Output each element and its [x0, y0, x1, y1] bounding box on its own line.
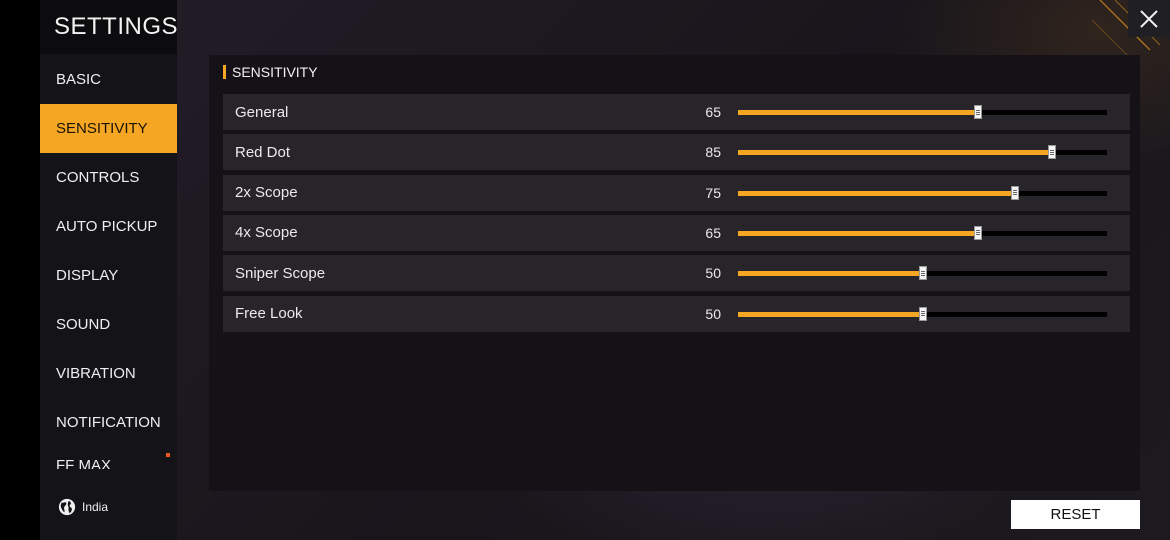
- sensitivity-value: 50: [705, 305, 721, 322]
- sensitivity-slider[interactable]: [738, 145, 1107, 160]
- notification-dot: [166, 453, 170, 457]
- thumb-grip-icon: [1012, 192, 1017, 194]
- menu-item-vibration[interactable]: VIBRATION: [40, 349, 177, 398]
- slider-thumb[interactable]: [918, 306, 927, 321]
- region-selector[interactable]: India: [58, 498, 108, 516]
- close-icon: [1140, 9, 1158, 28]
- menu-item-notification[interactable]: NOTIFICATION: [40, 398, 177, 447]
- sensitivity-row: 2x Scope 75: [223, 174, 1130, 211]
- thumb-grip-icon: [1049, 151, 1054, 153]
- menu-item-sensitivity[interactable]: SENSITIVITY: [40, 104, 177, 153]
- reset-button[interactable]: RESET: [1011, 500, 1140, 529]
- panel-title: SENSITIVITY: [232, 64, 318, 80]
- slider-fill: [738, 271, 923, 277]
- slider-fill: [738, 150, 1052, 156]
- slider-fill: [738, 230, 978, 236]
- slider-thumb[interactable]: [918, 266, 927, 281]
- slider-thumb[interactable]: [1047, 145, 1056, 160]
- thumb-grip-icon: [975, 232, 980, 234]
- slider-thumb[interactable]: [973, 105, 982, 119]
- menu-item-basic[interactable]: BASIC: [40, 55, 177, 104]
- slider-thumb[interactable]: [1010, 185, 1019, 200]
- sensitivity-label: Red Dot: [235, 143, 291, 161]
- slider-fill: [738, 311, 923, 317]
- region-label: India: [82, 500, 109, 514]
- sensitivity-label: 2x Scope: [235, 184, 298, 202]
- thumb-grip-icon: [920, 313, 925, 314]
- sensitivity-value: 75: [705, 184, 721, 201]
- slider-thumb[interactable]: [973, 225, 982, 240]
- slider-fill: [738, 110, 978, 115]
- settings-menu: BASIC SENSITIVITY CONTROLS AUTO PICKUP DISPL…: [40, 55, 177, 469]
- sensitivity-slider[interactable]: [738, 225, 1107, 240]
- panel-header: SENSITIVITY: [223, 64, 318, 80]
- sensitivity-label: General: [235, 103, 289, 121]
- sensitivity-slider[interactable]: [738, 266, 1107, 281]
- header-accent-bar: [223, 65, 226, 79]
- sensitivity-row: Sniper Scope 50: [223, 255, 1130, 292]
- close-button[interactable]: [1128, 0, 1170, 37]
- sensitivity-value: 50: [705, 265, 721, 282]
- sensitivity-row: Free Look 50: [223, 295, 1130, 332]
- sensitivity-row: Red Dot 85: [223, 134, 1130, 171]
- sensitivity-slider[interactable]: [738, 185, 1107, 200]
- menu-item-auto-pickup[interactable]: AUTO PICKUP: [40, 202, 177, 251]
- slider-fill: [738, 190, 1015, 196]
- sensitivity-row: General 65: [223, 94, 1130, 130]
- sensitivity-label: 4x Scope: [235, 224, 298, 242]
- sensitivity-value: 85: [705, 144, 721, 161]
- thumb-grip-icon: [975, 111, 980, 113]
- settings-title: SETTINGS: [40, 0, 178, 54]
- menu-item-display[interactable]: DISPLAY: [40, 251, 177, 300]
- sensitivity-label: Sniper Scope: [235, 264, 326, 282]
- sensitivity-value: 65: [705, 104, 721, 120]
- globe-icon: [58, 498, 76, 516]
- sensitivity-label: Free Look: [235, 305, 303, 322]
- sensitivity-slider[interactable]: [738, 105, 1107, 119]
- left-edge: [0, 0, 40, 540]
- sensitivity-slider[interactable]: [738, 306, 1107, 321]
- menu-item-ff-max[interactable]: FF MAX: [40, 447, 177, 469]
- thumb-grip-icon: [920, 272, 925, 274]
- menu-item-sound[interactable]: SOUND: [40, 300, 177, 349]
- sensitivity-value: 65: [705, 224, 721, 241]
- sensitivity-row: 4x Scope 65: [223, 214, 1130, 251]
- menu-item-controls[interactable]: CONTROLS: [40, 153, 177, 202]
